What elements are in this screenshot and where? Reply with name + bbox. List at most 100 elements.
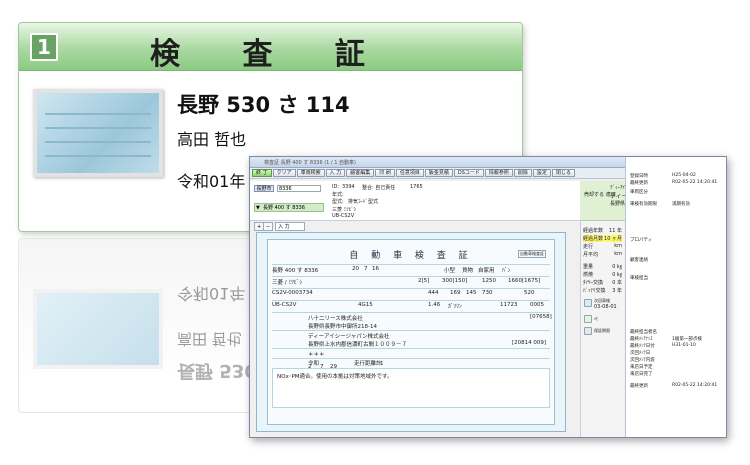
header-shop-id: 1765 — [410, 184, 423, 190]
header-plate-text: 長野 400 す 8336 — [263, 205, 306, 211]
ds-code-button[interactable]: DSコード — [453, 169, 484, 177]
certificate-badge: 自動車検査証 — [518, 250, 546, 258]
sidebar-label: 最終ﾒﾝﾃ日付 — [630, 344, 655, 349]
header-plate: ▼ 長野 400 す 8336 — [254, 203, 324, 212]
input-button[interactable]: 入 力 — [325, 169, 346, 177]
sidebar-value: R02-05-22 14:20:41 — [672, 180, 718, 185]
card-title: 検 査 証 — [150, 37, 391, 72]
sidebar-label: 車検担当 — [630, 276, 648, 281]
doc-axle-rear[interactable]: 520 — [524, 290, 535, 296]
doc-model-type[interactable]: UB-CS2V — [272, 302, 296, 308]
sidebar-label: 次回ﾒﾝﾃ日 — [630, 351, 651, 356]
sidebar-value: H25-04-02 — [672, 173, 696, 178]
reflection-date: 令和01年 — [177, 284, 246, 303]
doc-displacement[interactable]: 1.46 — [428, 302, 440, 308]
customer-edit-button[interactable]: 顧客編集 — [346, 169, 375, 177]
vehicle-search-button[interactable]: 車両検索 — [296, 169, 325, 177]
chevron-down-icon[interactable]: ▼ — [256, 204, 260, 212]
doc-reg-day[interactable]: 16 — [372, 266, 379, 272]
doc-owner-name[interactable]: 八十二リース株式会社 — [308, 314, 363, 322]
elapsed-years-label: 経過年数 — [583, 228, 604, 234]
doc-max-load[interactable]: 300[150] — [442, 278, 467, 284]
optional-items-button[interactable]: 任意項目 — [395, 169, 424, 177]
doc-user-address[interactable]: 長野県上水内郡信濃町古間１００９－７ — [308, 340, 407, 348]
header-car-type: UB-CS2V — [332, 213, 355, 219]
doc-code0: [07658] — [530, 314, 552, 320]
reflection-owner: 高田 哲也 — [177, 330, 242, 348]
sidebar-value: H31-01-10 — [672, 343, 696, 348]
doc-code1[interactable]: 11723 — [500, 302, 518, 308]
doc-body[interactable]: ﾊﾞﾝ — [502, 266, 510, 274]
card-plate-number: 長野 530 さ 114 — [177, 93, 350, 117]
doc-engine[interactable]: 4G15 — [358, 302, 373, 308]
doc-reg-month[interactable]: 7 — [364, 266, 368, 272]
sidebar-label: 次回ﾒﾝﾃ内容 — [630, 358, 655, 363]
doc-weight[interactable]: 1250 — [482, 278, 496, 284]
doc-fuel[interactable]: ｶﾞｿﾘﾝ — [448, 302, 462, 310]
elapsed-months-label: 経過月数 — [583, 235, 604, 242]
certificate-thumbnail[interactable] — [33, 89, 163, 177]
header-car-model: 三菱 ﾐﾂﾋﾞｼ — [332, 207, 357, 213]
bodywork-estimate-button[interactable]: 鈑金見積 — [424, 169, 453, 177]
weight-value: 0 ㎏ — [612, 264, 622, 270]
doc-chassis-number[interactable]: CS2V-0003734 — [272, 290, 313, 296]
doc-mileage-label: 走行距離計 — [354, 361, 382, 367]
burn-label: 燃焼 — [583, 272, 594, 278]
sidebar-label: 最終更新 — [630, 384, 648, 389]
sidebar-label: 最終ﾒﾝﾃﾅﾝｽ — [630, 337, 653, 342]
doc-maker[interactable]: 三菱 / ﾐﾂﾋﾞｼ — [272, 278, 302, 286]
memo-icon[interactable] — [584, 315, 592, 323]
tire-change-value: 0 本 — [612, 280, 622, 286]
doc-base-location[interactable]: ＊＊＊ — [308, 350, 325, 358]
remove-tab-button[interactable]: − — [263, 222, 274, 231]
doc-user-code: [20814 009] — [512, 340, 547, 346]
doc-notes-box[interactable]: NOx･PM適合。使用の本拠は対策地域外です。 — [272, 368, 550, 408]
card-owner-name: 高田 哲也 — [177, 130, 247, 149]
sidebar-label: 車両区分 — [630, 190, 648, 195]
region-select[interactable]: 長野市 — [254, 185, 274, 192]
doc-capacity[interactable]: 2[5] — [418, 278, 429, 284]
doc-plate-number[interactable]: 長野 400 す 8336 — [272, 266, 318, 274]
vehicle-header: 長野市 8336 ▼ 長野 400 す 8336 ID: 3394 整合: 自己… — [250, 181, 580, 221]
doc-owner-address[interactable]: 長野県長野市中御所218-14 — [308, 322, 377, 330]
burn-value: 0 ㎏ — [612, 272, 622, 278]
reflection-plate: 長野 530 — [177, 360, 257, 381]
sidebar-label: プロパティ — [630, 238, 653, 243]
weight-label: 重量 — [583, 264, 594, 270]
doc-width[interactable]: 169 — [450, 290, 461, 296]
close-button[interactable]: 閉じる — [551, 169, 575, 177]
header-exhaust-code: 排気ｺｰﾄﾞ型式 — [348, 199, 379, 205]
doc-mileage[interactable]: 1 — [380, 361, 384, 367]
battery-change-value: 3 年 — [612, 288, 622, 294]
delete-button[interactable]: 削除 — [513, 169, 532, 177]
print-button[interactable]: 印 刷 — [375, 169, 395, 177]
monthly-avg-label: 月平均 — [583, 252, 599, 258]
sidebar-label: 車検有効期限 — [630, 202, 657, 207]
tab-input[interactable]: 入 力 — [275, 222, 305, 231]
doc-note: NOx･PM適合。使用の本拠は対策地域外です。 — [277, 374, 393, 380]
info-reference-button[interactable]: 情報参照 — [484, 169, 513, 177]
finish-button[interactable]: 終 丁 — [252, 169, 272, 177]
doc-private[interactable]: 自家用 — [478, 266, 495, 274]
doc-code2[interactable]: 0005 — [530, 302, 544, 308]
doc-kind[interactable]: 小型 — [444, 266, 455, 274]
doc-user-name[interactable]: ディーアイシージャパン株式会社 — [308, 332, 390, 340]
doc-length[interactable]: 444 — [428, 290, 439, 296]
sidebar-label: 来店日予定 — [630, 365, 653, 370]
warranty-label: 保証期限 — [594, 328, 610, 333]
sidebar-label: 登録日時 — [630, 174, 648, 179]
doc-axle-front[interactable]: 730 — [482, 290, 493, 296]
plate-number-input[interactable]: 8336 — [277, 185, 321, 192]
doc-use[interactable]: 貨物 — [462, 266, 473, 274]
header-id-value: 3394 — [342, 184, 355, 190]
doc-height[interactable]: 145 — [466, 290, 477, 296]
clear-button[interactable]: クリア — [272, 169, 296, 177]
memo-label: ﾒﾓ — [594, 316, 598, 321]
warranty-icon[interactable] — [584, 327, 592, 335]
doc-gross-weight[interactable]: 1660[1675] — [508, 278, 540, 284]
calendar-icon[interactable] — [584, 299, 592, 307]
doc-reg-year[interactable]: 20 — [352, 266, 359, 272]
certificate-title: 自 動 車 検 査 証 — [349, 251, 473, 261]
settings-button[interactable]: 設定 — [532, 169, 551, 177]
sidebar-label: 来店日完了 — [630, 372, 653, 377]
